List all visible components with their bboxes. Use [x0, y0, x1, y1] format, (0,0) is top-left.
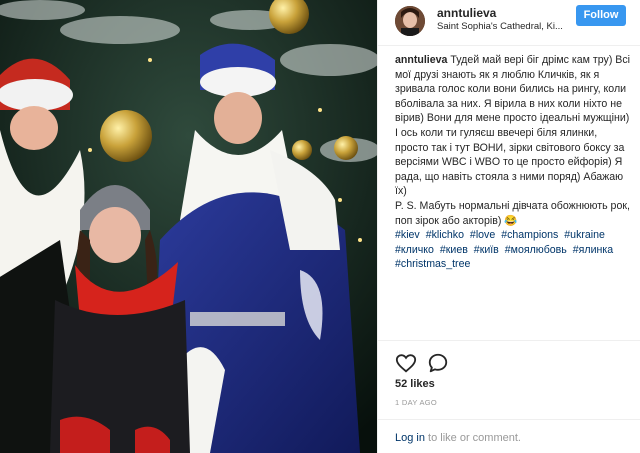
- likes-count[interactable]: 52 likes: [395, 378, 435, 390]
- action-bar: [378, 340, 640, 380]
- login-prompt-text: to like or comment.: [424, 432, 521, 444]
- hashtag-link[interactable]: #love: [470, 229, 495, 241]
- post-detail-panel: anntulieva Saint Sophia's Cathedral, Ki.…: [377, 0, 640, 453]
- hashtag-link[interactable]: #christmas_tree: [395, 258, 470, 270]
- avatar-image: [395, 6, 425, 36]
- post-timestamp: 1 DAY AGO: [395, 398, 438, 407]
- hashtag-link[interactable]: #ялинка: [573, 244, 613, 256]
- post-photo: [0, 0, 377, 453]
- hashtag-link[interactable]: #kiev: [395, 229, 420, 241]
- username-link[interactable]: anntulieva: [437, 6, 496, 20]
- hashtag-list: #kiev #klichko #love #champions #ukraine…: [395, 229, 616, 270]
- hashtag-link[interactable]: #київ: [474, 244, 499, 256]
- hashtag-link[interactable]: #кличко: [395, 244, 434, 256]
- caption-text: Тудей май вері біг дрімс кам тру) Всі мо…: [395, 54, 631, 227]
- hashtag-link[interactable]: #киев: [440, 244, 468, 256]
- login-link[interactable]: Log in: [395, 432, 425, 444]
- login-bar: Log in to like or comment.: [378, 419, 640, 453]
- avatar[interactable]: [395, 6, 425, 36]
- caption-author-link[interactable]: anntulieva: [395, 54, 447, 66]
- hashtag-link[interactable]: #моялюбовь: [505, 244, 567, 256]
- hashtag-link[interactable]: #champions: [501, 229, 558, 241]
- post-photo-image: [0, 0, 377, 453]
- location-link[interactable]: Saint Sophia's Cathedral, Ki...: [437, 21, 563, 32]
- post-header: anntulieva Saint Sophia's Cathedral, Ki.…: [378, 0, 640, 46]
- follow-button[interactable]: Follow: [576, 5, 626, 26]
- caption: anntulieva Тудей май вері біг дрімс кам …: [395, 53, 631, 272]
- hashtag-link[interactable]: #klichko: [426, 229, 464, 241]
- speech-bubble-icon[interactable]: [427, 352, 449, 374]
- hashtag-link[interactable]: #ukraine: [564, 229, 605, 241]
- heart-outline-icon[interactable]: [395, 352, 417, 374]
- login-prompt: Log in to like or comment.: [395, 432, 521, 444]
